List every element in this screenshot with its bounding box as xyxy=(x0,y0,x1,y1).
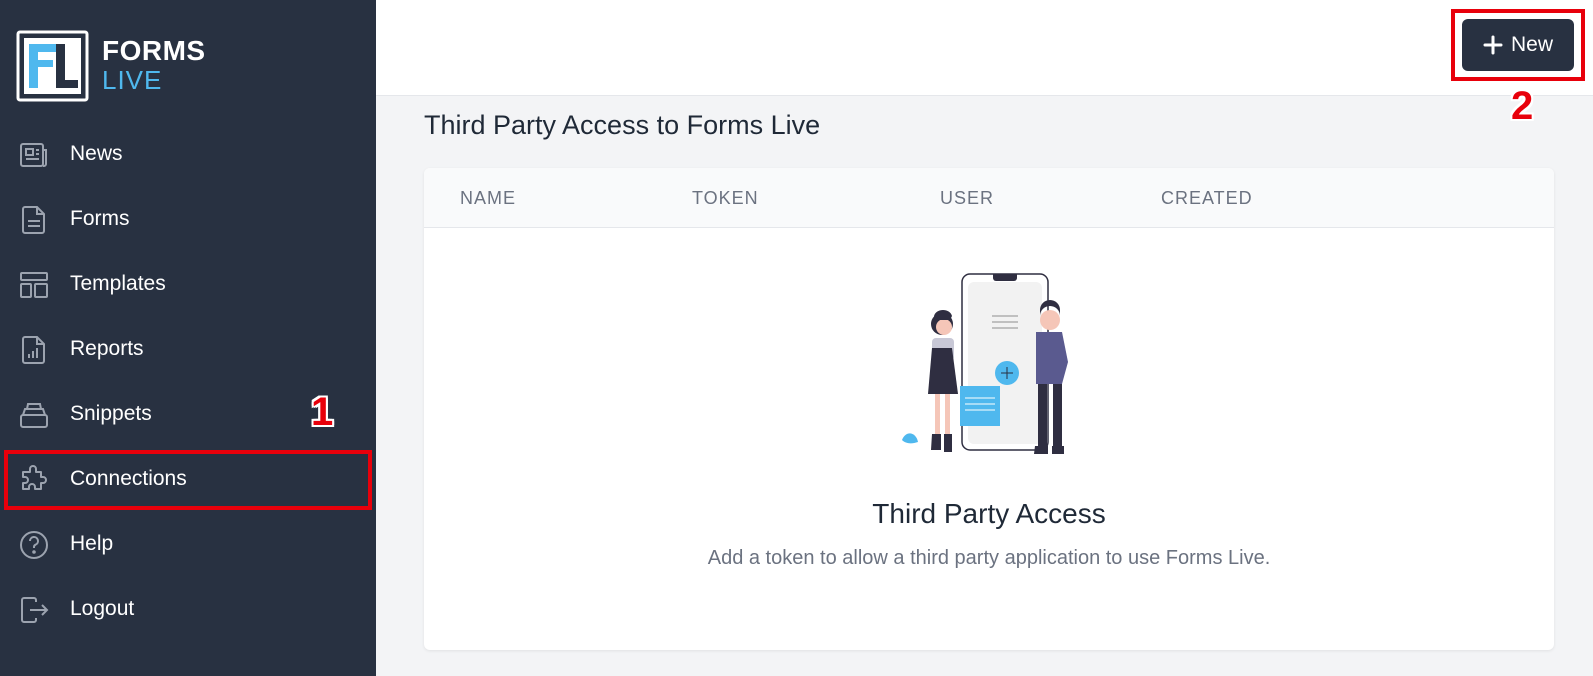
empty-state-description: Add a token to allow a third party appli… xyxy=(707,547,1271,569)
newspaper-icon xyxy=(20,143,47,167)
empty-state-title: Third Party Access xyxy=(872,498,1106,529)
column-header-token[interactable]: TOKEN xyxy=(692,188,759,209)
top-bar xyxy=(376,0,1593,96)
table-header: NAME TOKEN USER CREATED xyxy=(424,168,1554,228)
sidebar-item-forms[interactable]: Forms xyxy=(0,191,376,247)
page-title: Third Party Access to Forms Live xyxy=(424,110,821,140)
sidebar-item-label: Snippets xyxy=(70,402,152,425)
annotation-box-new xyxy=(1451,9,1585,81)
sidebar-item-reports[interactable]: Reports xyxy=(0,321,376,377)
logo-text-live: LIVE xyxy=(102,65,163,95)
forms-live-logo[interactable]: FORMS LIVE xyxy=(16,30,216,105)
snippets-icon xyxy=(20,403,48,428)
document-icon xyxy=(22,206,45,234)
sidebar-item-help[interactable]: Help xyxy=(0,516,376,572)
logout-icon xyxy=(21,597,49,623)
template-icon xyxy=(20,272,48,298)
logo-text-forms: FORMS xyxy=(102,35,206,66)
report-icon xyxy=(22,336,45,364)
sidebar-item-logout[interactable]: Logout xyxy=(0,581,376,637)
sidebar-item-label: Reports xyxy=(70,337,144,360)
sidebar-item-templates[interactable]: Templates xyxy=(0,256,376,312)
column-header-name[interactable]: NAME xyxy=(460,188,516,209)
sidebar-item-label: Logout xyxy=(70,597,135,620)
column-header-user[interactable]: USER xyxy=(940,188,994,209)
sidebar-item-label: Templates xyxy=(70,272,166,295)
sidebar-item-label: Forms xyxy=(70,207,130,230)
annotation-number-2: 2 xyxy=(1511,84,1534,128)
sidebar: FORMS LIVE News Forms Templates Reports … xyxy=(0,0,376,676)
fl-logo-icon xyxy=(16,30,89,102)
help-icon xyxy=(20,531,48,559)
sidebar-item-news[interactable]: News xyxy=(0,126,376,182)
empty-state-illustration xyxy=(902,273,1068,454)
sidebar-item-label: News xyxy=(70,142,123,165)
column-header-created[interactable]: CREATED xyxy=(1161,188,1253,209)
annotation-number-1: 1 xyxy=(311,390,334,434)
annotation-box-connections xyxy=(4,450,372,510)
sidebar-item-label: Help xyxy=(70,532,114,555)
tokens-table-card: NAME TOKEN USER CREATED Third Party Acce… xyxy=(424,168,1554,650)
